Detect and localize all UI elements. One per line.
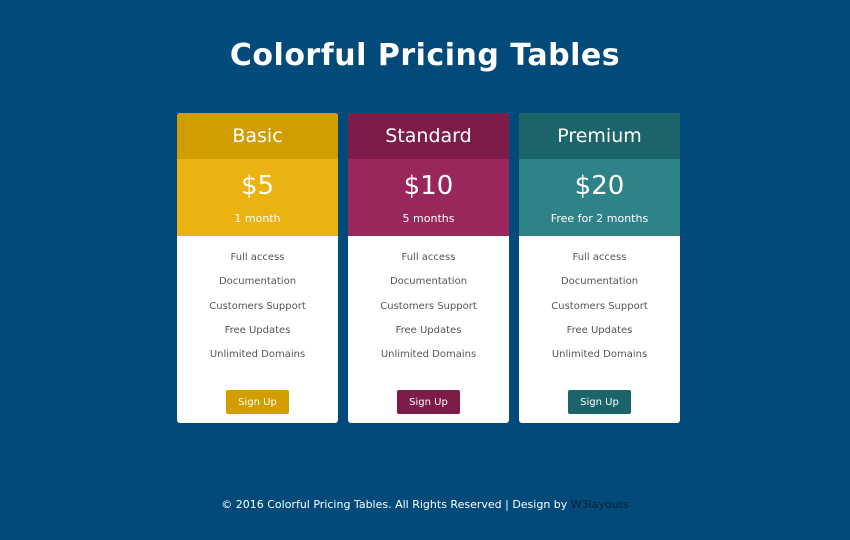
feature-item: Documentation (218, 276, 297, 288)
footer-design-link[interactable]: W3layouts (571, 498, 629, 511)
plan-price-block: $5 1 month (177, 159, 338, 236)
feature-list: Full access Documentation Customers Supp… (348, 236, 509, 373)
feature-item: Unlimited Domains (380, 349, 477, 361)
feature-item: Customers Support (380, 300, 477, 312)
pricing-tables: Basic $5 1 month Full access Documentati… (177, 113, 680, 423)
plan-period: 1 month (234, 212, 281, 225)
sign-up-button-basic[interactable]: Sign Up (226, 390, 289, 415)
sign-up-button-premium[interactable]: Sign Up (568, 390, 631, 415)
plan-card-basic: Basic $5 1 month Full access Documentati… (177, 113, 338, 423)
plan-price: $10 (403, 171, 454, 201)
feature-item: Unlimited Domains (209, 349, 306, 361)
sign-up-button-standard[interactable]: Sign Up (397, 390, 460, 415)
feature-item: Customers Support (551, 300, 648, 312)
feature-item: Free Updates (224, 324, 291, 336)
feature-list: Full access Documentation Customers Supp… (519, 236, 680, 373)
page-title: Colorful Pricing Tables (229, 38, 621, 73)
feature-item: Full access (401, 252, 456, 263)
plan-name: Basic (177, 113, 338, 159)
feature-item: Documentation (560, 276, 639, 288)
feature-item: Free Updates (566, 324, 633, 336)
plan-price: $5 (240, 171, 275, 201)
feature-item: Full access (572, 252, 627, 263)
plan-name: Premium (519, 113, 680, 159)
plan-price: $20 (574, 171, 625, 201)
plan-name: Standard (348, 113, 509, 159)
footer-text: © 2016 Colorful Pricing Tables. All Righ… (221, 498, 571, 511)
feature-item: Full access (230, 252, 285, 263)
feature-list: Full access Documentation Customers Supp… (177, 236, 338, 373)
footer: © 2016 Colorful Pricing Tables. All Righ… (0, 498, 850, 511)
plan-card-premium: Premium $20 Free for 2 months Full acces… (519, 113, 680, 423)
plan-card-standard: Standard $10 5 months Full access Docume… (348, 113, 509, 423)
plan-price-block: $10 5 months (348, 159, 509, 236)
feature-item: Free Updates (395, 324, 462, 336)
plan-price-block: $20 Free for 2 months (519, 159, 680, 236)
plan-period: 5 months (402, 212, 455, 225)
feature-item: Documentation (389, 276, 468, 288)
feature-item: Customers Support (209, 300, 306, 312)
plan-period: Free for 2 months (550, 212, 649, 225)
feature-item: Unlimited Domains (551, 349, 648, 361)
